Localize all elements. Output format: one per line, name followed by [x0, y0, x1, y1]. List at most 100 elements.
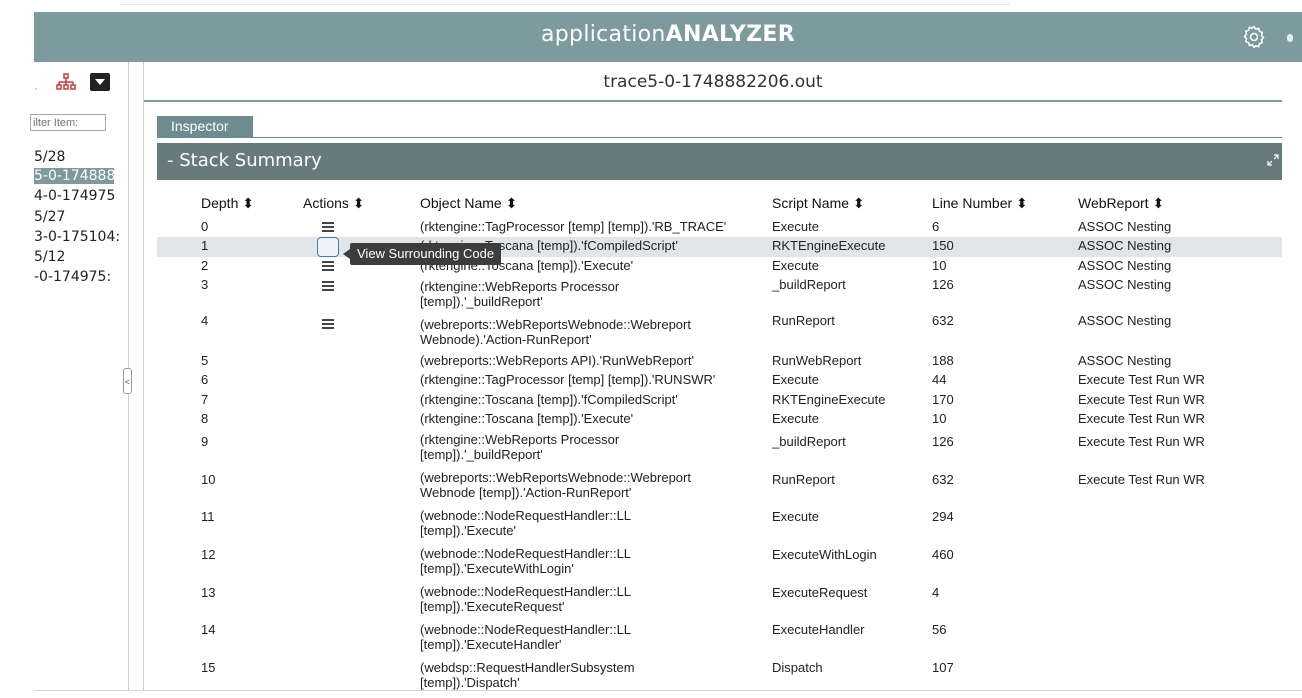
column-header-webreport[interactable]: WebReport ⬍	[1078, 195, 1164, 212]
line-number-cell: 126	[932, 434, 954, 449]
line-number-cell: 460	[932, 547, 954, 562]
menu-icon[interactable]	[322, 261, 334, 271]
filter-item-input[interactable]	[30, 114, 106, 131]
stack-summary-header[interactable]: - Stack Summary	[157, 143, 1282, 180]
object-name-cell: (rktengine::Toscana [temp]).'fCompiledSc…	[420, 392, 678, 407]
webreport-cell[interactable]: ASSOC Nesting	[1078, 258, 1171, 273]
depth-cell: 0	[201, 219, 209, 234]
app-title: applicationANALYZER	[34, 22, 1302, 47]
left-panel-item[interactable]: -0-174975:	[34, 269, 111, 285]
line-number-cell: 10	[932, 411, 947, 426]
gear-icon[interactable]	[1241, 24, 1267, 50]
depth-cell: 4	[201, 313, 209, 328]
webreport-cell[interactable]: Execute Test Run WR	[1078, 411, 1205, 426]
webreport-cell[interactable]: Execute Test Run WR	[1078, 392, 1205, 407]
script-name-cell: Execute	[772, 411, 819, 426]
left-panel-toolbar: ·	[34, 70, 118, 95]
object-name-cell: (webreports::WebReportsWebnode::Webrepor…	[420, 317, 691, 347]
depth-cell: 8	[201, 411, 209, 426]
column-header-object-name[interactable]: Object Name ⬍	[420, 195, 517, 212]
depth-cell: 11	[201, 509, 215, 524]
dot-icon: ·	[34, 81, 38, 95]
app-title-light: application	[541, 22, 666, 47]
script-name-cell: Dispatch	[772, 660, 823, 675]
object-name-cell: (webreports::WebReportsWebnode::Webrepor…	[420, 470, 691, 500]
object-name-cell: (rktengine::WebReports Processor [temp])…	[420, 279, 620, 309]
left-panel-item[interactable]: 3-0-175104:	[34, 229, 120, 245]
line-number-cell: 126	[932, 277, 954, 292]
menu-icon[interactable]	[322, 222, 334, 232]
line-number-cell: 44	[932, 372, 947, 387]
line-number-cell: 10	[932, 258, 947, 273]
left-panel-item[interactable]: 5/28	[34, 149, 65, 165]
line-number-cell: 632	[932, 472, 954, 487]
line-number-cell: 107	[932, 660, 954, 675]
app-header: applicationANALYZER	[34, 12, 1302, 62]
webreport-cell[interactable]: Execute Test Run WR	[1078, 372, 1205, 387]
line-number-cell: 632	[932, 313, 954, 328]
depth-cell: 9	[201, 434, 209, 449]
tab-inspector[interactable]: Inspector	[157, 116, 253, 137]
script-name-cell: RKTEngineExecute	[772, 392, 886, 407]
line-number-cell: 56	[932, 622, 947, 637]
depth-cell: 6	[201, 372, 209, 387]
line-number-cell: 4	[932, 585, 940, 600]
app-title-bold: ANALYZER	[665, 22, 795, 47]
object-name-cell: (rktengine::WebReports Processor [temp])…	[420, 432, 620, 462]
script-name-cell: Execute	[772, 509, 819, 524]
script-name-cell: Execute	[772, 219, 819, 234]
left-panel: · 5/28 5-0-174888 4-0-174975 5/27 3-0-17…	[30, 62, 120, 690]
column-header-depth[interactable]: Depth ⬍	[201, 195, 254, 212]
line-number-cell: 170	[932, 392, 954, 407]
top-strip	[0, 0, 1302, 12]
webreport-cell[interactable]: Execute Test Run WR	[1078, 434, 1205, 449]
script-name-cell: Execute	[772, 258, 819, 273]
object-name-cell: (webnode::NodeRequestHandler::LL [temp])…	[420, 508, 631, 538]
script-name-cell: RunReport	[772, 313, 835, 328]
script-name-cell: RKTEngineExecute	[772, 238, 886, 253]
line-number-cell: 294	[932, 509, 954, 524]
webreport-cell[interactable]: ASSOC Nesting	[1078, 353, 1171, 368]
webreport-cell[interactable]: ASSOC Nesting	[1078, 238, 1171, 253]
webreport-cell[interactable]: Execute Test Run WR	[1078, 472, 1205, 487]
left-panel-item[interactable]: 5/27	[34, 209, 65, 225]
webreport-cell[interactable]: ASSOC Nesting	[1078, 219, 1171, 234]
script-name-cell: Execute	[772, 372, 819, 387]
depth-cell: 12	[201, 547, 216, 562]
line-number-cell: 6	[932, 219, 940, 234]
object-name-cell: (rktengine::TagProcessor [temp] [temp]).…	[420, 372, 716, 387]
script-name-cell: _buildReport	[772, 277, 846, 292]
object-name-cell: (webnode::NodeRequestHandler::LL [temp])…	[420, 622, 631, 652]
expand-icon[interactable]	[1266, 153, 1280, 167]
object-name-cell: (webnode::NodeRequestHandler::LL [temp])…	[420, 546, 631, 576]
collapse-panel-button[interactable]: <	[123, 368, 132, 394]
webreport-cell[interactable]: ASSOC Nesting	[1078, 277, 1171, 292]
left-panel-item[interactable]: 4-0-174975	[34, 188, 115, 204]
column-header-script-name[interactable]: Script Name ⬍	[772, 195, 865, 212]
column-header-actions[interactable]: Actions ⬍	[303, 195, 365, 212]
script-name-cell: ExecuteHandler	[772, 622, 865, 637]
hierarchy-icon[interactable]	[56, 73, 76, 91]
object-name-cell: (rktengine::Toscana [temp]).'Execute'	[420, 411, 634, 426]
menu-icon[interactable]	[322, 281, 334, 291]
depth-cell: 2	[201, 258, 209, 273]
dropdown-toggle-button[interactable]	[90, 73, 110, 91]
line-number-cell: 188	[932, 353, 954, 368]
view-code-button-active[interactable]	[317, 237, 339, 257]
left-panel-item[interactable]: 5/12	[34, 249, 65, 265]
menu-icon[interactable]	[322, 319, 334, 329]
object-name-cell: (webreports::WebReports API).'RunWebRepo…	[420, 353, 694, 368]
depth-cell: 7	[201, 392, 209, 407]
depth-cell: 3	[201, 277, 209, 292]
left-panel-item-selected[interactable]: 5-0-174888	[34, 168, 114, 184]
object-name-cell: (webnode::NodeRequestHandler::LL [temp])…	[420, 584, 631, 614]
trace-file-name: trace5-0-1748882206.out	[144, 64, 1282, 102]
tooltip: View Surrounding Code	[342, 243, 502, 265]
bottom-border	[34, 690, 1302, 691]
script-name-cell: ExecuteWithLogin	[772, 547, 877, 562]
webreport-cell[interactable]: ASSOC Nesting	[1078, 313, 1171, 328]
depth-cell: 13	[201, 585, 216, 600]
script-name-cell: _buildReport	[772, 434, 846, 449]
panel-divider	[143, 62, 144, 690]
column-header-line-number[interactable]: Line Number ⬍	[932, 195, 1028, 212]
